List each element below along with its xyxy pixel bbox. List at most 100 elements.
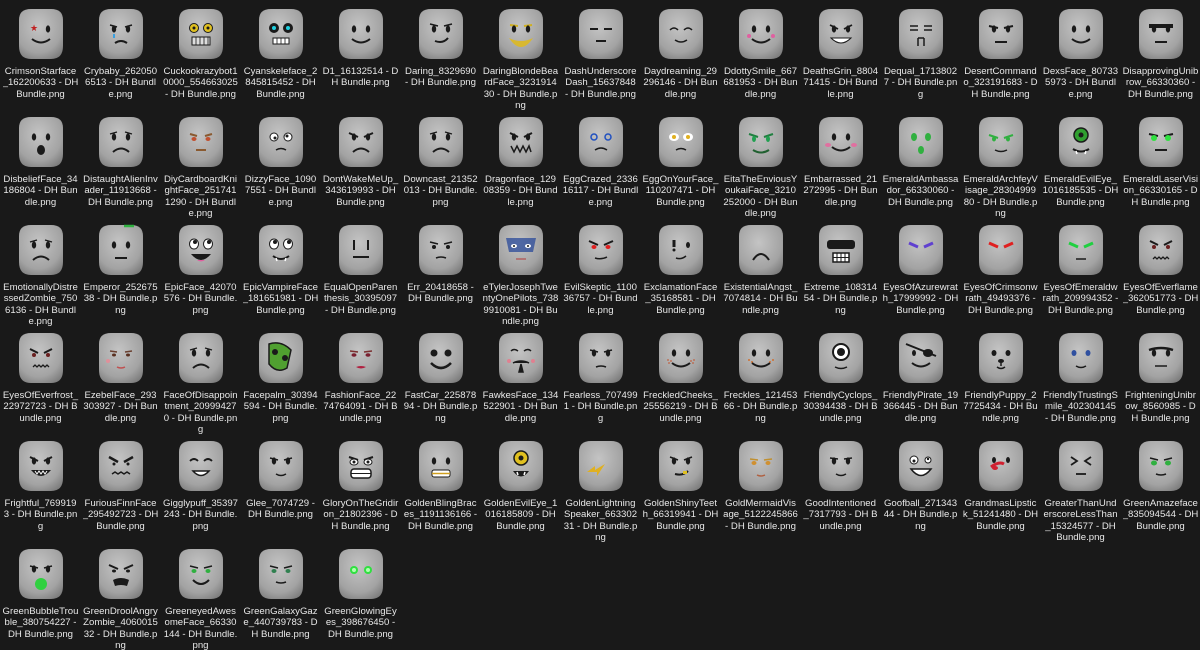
file-item[interactable]: GoldenEvilEye_1016185809 - DH Bundle.png <box>481 434 560 542</box>
file-name-label: Gigglypuff_35397243 - DH Bundle.png <box>162 498 239 532</box>
file-item[interactable]: EyesOfAzurewrath_17999992 - DH Bundle.pn… <box>881 218 960 326</box>
file-item[interactable]: GreenDroolAngryZombie_406001532 - DH Bun… <box>81 542 160 650</box>
file-name-label: GoldenBlingBraces_1191136166 - DH Bundle… <box>403 498 478 532</box>
file-item[interactable]: Freckles_12145366 - DH Bundle.png <box>721 326 800 434</box>
file-item[interactable]: GoldenShinyTeeth_66319941 - DH Bundle.pn… <box>641 434 720 542</box>
file-name-label: EyesOfEverfrost_22972723 - DH Bundle.png <box>2 390 79 424</box>
file-item[interactable]: Dequal_17138027 - DH Bundle.png <box>881 2 960 110</box>
file-item[interactable]: EmeraldLaserVision_66330165 - DH Bundle.… <box>1121 110 1200 218</box>
file-item[interactable]: DizzyFace_10907551 - DH Bundle.png <box>241 110 320 218</box>
file-item[interactable]: EyesOfEverflame_362051773 - DH Bundle.pn… <box>1121 218 1200 326</box>
file-item[interactable]: EmeraldEvilEye_1016185535 - DH Bundle.pn… <box>1041 110 1120 218</box>
face-thumbnail-icon <box>171 112 231 172</box>
file-item[interactable]: Daring_8329690 - DH Bundle.png <box>401 2 480 110</box>
file-item[interactable]: EmotionallyDistressedZombie_7506136 - DH… <box>1 218 80 326</box>
file-item[interactable]: DisbeliefFace_34186804 - DH Bundle.png <box>1 110 80 218</box>
file-item[interactable]: EpicFace_42070576 - DH Bundle.png <box>161 218 240 326</box>
file-item[interactable]: DexsFace_807335973 - DH Bundle.png <box>1041 2 1120 110</box>
face-thumbnail-icon <box>251 220 311 280</box>
file-item[interactable]: FreckledCheeks_25556219 - DH Bundle.png <box>641 326 720 434</box>
file-item[interactable]: FawkesFace_134522901 - DH Bundle.png <box>481 326 560 434</box>
file-item[interactable]: Embarrassed_21272995 - DH Bundle.png <box>801 110 880 218</box>
file-item[interactable]: FriendlyTrustingSmile_402304145 - DH Bun… <box>1041 326 1120 434</box>
file-item[interactable]: Goofball_27134344 - DH Bundle.png <box>881 434 960 542</box>
file-item[interactable]: EvilSkeptic_110036757 - DH Bundle.png <box>561 218 640 326</box>
file-item[interactable]: DisapprovingUnibrow_66330360 - DH Bundle… <box>1121 2 1200 110</box>
file-item[interactable]: GrandmasLipstick_51241480 - DH Bundle.pn… <box>961 434 1040 542</box>
file-item[interactable]: ExistentialAngst_7074814 - DH Bundle.png <box>721 218 800 326</box>
file-item[interactable]: Fearless_7074991 - DH Bundle.png <box>561 326 640 434</box>
file-item[interactable]: EggOnYourFace_110207471 - DH Bundle.png <box>641 110 720 218</box>
file-item[interactable]: DistaughtAlienInvader_11913668 - DH Bund… <box>81 110 160 218</box>
file-item[interactable]: GoodIntentioned_7317793 - DH Bundle.png <box>801 434 880 542</box>
file-name-label: Daring_8329690 - DH Bundle.png <box>405 66 476 89</box>
file-item[interactable]: EqualOpenParenthesis_30395097 - DH Bundl… <box>321 218 400 326</box>
face-thumbnail-icon <box>571 220 631 280</box>
file-item[interactable]: FuriousFinnFace_295492723 - DH Bundle.pn… <box>81 434 160 542</box>
face-thumbnail-icon <box>91 4 151 64</box>
file-name-label: EyesOfAzurewrath_17999992 - DH Bundle.pn… <box>882 282 959 316</box>
file-item[interactable]: FriendlyPirate_19366445 - DH Bundle.png <box>881 326 960 434</box>
file-item[interactable]: EpicVampireFace_181651981 - DH Bundle.pn… <box>241 218 320 326</box>
file-name-label: EpicFace_42070576 - DH Bundle.png <box>163 282 238 316</box>
file-item[interactable]: EzebelFace_293303927 - DH Bundle.png <box>81 326 160 434</box>
file-name-label: DistaughtAlienInvader_11913668 - DH Bund… <box>83 174 158 208</box>
file-item[interactable]: Facepalm_30394594 - DH Bundle.png <box>241 326 320 434</box>
file-item[interactable]: DiyCardboardKnightFace_2517411290 - DH B… <box>161 110 240 218</box>
file-item[interactable]: EyesOfEverfrost_22972723 - DH Bundle.png <box>1 326 80 434</box>
file-item[interactable]: FriendlyPuppy_27725434 - DH Bundle.png <box>961 326 1040 434</box>
file-item[interactable]: ★ CrimsonStarface_162200633 - DH Bundle.… <box>1 2 80 110</box>
file-item[interactable]: GoldMermaidVisage_5122245866 - DH Bundle… <box>721 434 800 542</box>
face-thumbnail-icon <box>1131 112 1191 172</box>
file-item[interactable]: EmeraldArchfeyVisage_2830499980 - DH Bun… <box>961 110 1040 218</box>
file-item[interactable]: DeathsGrin_880471415 - DH Bundle.png <box>801 2 880 110</box>
file-item[interactable]: GreaterThanUnderscoreLessThan_15324577 -… <box>1041 434 1120 542</box>
file-item[interactable]: DdottySmile_667681953 - DH Bundle.png <box>721 2 800 110</box>
file-item[interactable]: EyesOfEmeraldwrath_209994352 - DH Bundle… <box>1041 218 1120 326</box>
face-thumbnail-icon <box>1131 220 1191 280</box>
file-item[interactable]: DaringBlondeBeardFace_323191430 - DH Bun… <box>481 2 560 110</box>
file-item[interactable]: EitaTheEnviousYoukaiFace_3210252000 - DH… <box>721 110 800 218</box>
file-item[interactable]: GoldenBlingBraces_1191136166 - DH Bundle… <box>401 434 480 542</box>
file-item[interactable]: DashUnderscoreDash_15637848 - DH Bundle.… <box>561 2 640 110</box>
file-item[interactable]: DontWakeMeUp_343619993 - DH Bundle.png <box>321 110 400 218</box>
file-item[interactable]: EggCrazed_233616117 - DH Bundle.png <box>561 110 640 218</box>
file-item[interactable]: Cyanskeleface_2845815452 - DH Bundle.png <box>241 2 320 110</box>
file-item[interactable]: Glee_7074729 - DH Bundle.png <box>241 434 320 542</box>
file-item[interactable]: Err_20418658 - DH Bundle.png <box>401 218 480 326</box>
file-item[interactable]: GreenGalaxyGaze_440739783 - DH Bundle.pn… <box>241 542 320 650</box>
file-item[interactable]: GloryOnTheGridiron_21802396 - DH Bundle.… <box>321 434 400 542</box>
file-item[interactable]: GreeneyedAwesomeFace_66330144 - DH Bundl… <box>161 542 240 650</box>
file-item[interactable]: Dragonface_12908359 - DH Bundle.png <box>481 110 560 218</box>
file-item[interactable]: ExclamationFace_35168581 - DH Bundle.png <box>641 218 720 326</box>
face-thumbnail-icon: ★ <box>11 4 71 64</box>
file-item[interactable]: Crybaby_2620506513 - DH Bundle.png <box>81 2 160 110</box>
file-name-label: FrighteningUnibrow_8560985 - DH Bundle.p… <box>1125 390 1196 424</box>
file-item[interactable]: GoldenLightningSpeaker_66330231 - DH Bun… <box>561 434 640 542</box>
file-name-label: EqualOpenParenthesis_30395097 - DH Bundl… <box>323 282 398 316</box>
file-item[interactable]: FaceOfDisappointment_209994270 - DH Bund… <box>161 326 240 434</box>
file-item[interactable]: GreenGlowingEyes_398676450 - DH Bundle.p… <box>321 542 400 650</box>
file-item[interactable]: Downcast_21352013 - DH Bundle.png <box>401 110 480 218</box>
file-item[interactable]: Extreme_10831454 - DH Bundle.png <box>801 218 880 326</box>
file-name-label: Freckles_12145366 - DH Bundle.png <box>723 390 798 424</box>
file-item[interactable]: EyesOfCrimsonwrath_49493376 - DH Bundle.… <box>961 218 1040 326</box>
file-item[interactable]: Gigglypuff_35397243 - DH Bundle.png <box>161 434 240 542</box>
file-item[interactable]: EmeraldAmbassador_66330060 - DH Bundle.p… <box>881 110 960 218</box>
file-item[interactable]: FrighteningUnibrow_8560985 - DH Bundle.p… <box>1121 326 1200 434</box>
file-item[interactable]: Daydreaming_29296146 - DH Bundle.png <box>641 2 720 110</box>
file-item[interactable]: GreenBubbleTrouble_380754227 - DH Bundle… <box>1 542 80 650</box>
file-name-label: Fearless_7074991 - DH Bundle.png <box>563 390 638 424</box>
file-item[interactable]: DesertCommando_323191683 - DH Bundle.png <box>961 2 1040 110</box>
file-item[interactable]: Frightful_7699193 - DH Bundle.png <box>1 434 80 542</box>
file-item[interactable]: D1_16132514 - DH Bundle.png <box>321 2 400 110</box>
file-item[interactable]: FriendlyCyclops_30394438 - DH Bundle.png <box>801 326 880 434</box>
file-item[interactable]: eTylerJosephTwentyOnePilots_7389910081 -… <box>481 218 560 326</box>
file-item[interactable]: GreenAmazeface_835094544 - DH Bundle.png <box>1121 434 1200 542</box>
file-item[interactable]: FastCar_22587894 - DH Bundle.png <box>401 326 480 434</box>
face-thumbnail-icon <box>91 328 151 388</box>
file-item[interactable]: FashionFace_2274764091 - DH Bundle.png <box>321 326 400 434</box>
file-item[interactable]: Emperor_25267538 - DH Bundle.png <box>81 218 160 326</box>
file-item[interactable]: Cuckookrazybot10000_554663025 - DH Bundl… <box>161 2 240 110</box>
face-thumbnail-icon <box>411 328 471 388</box>
